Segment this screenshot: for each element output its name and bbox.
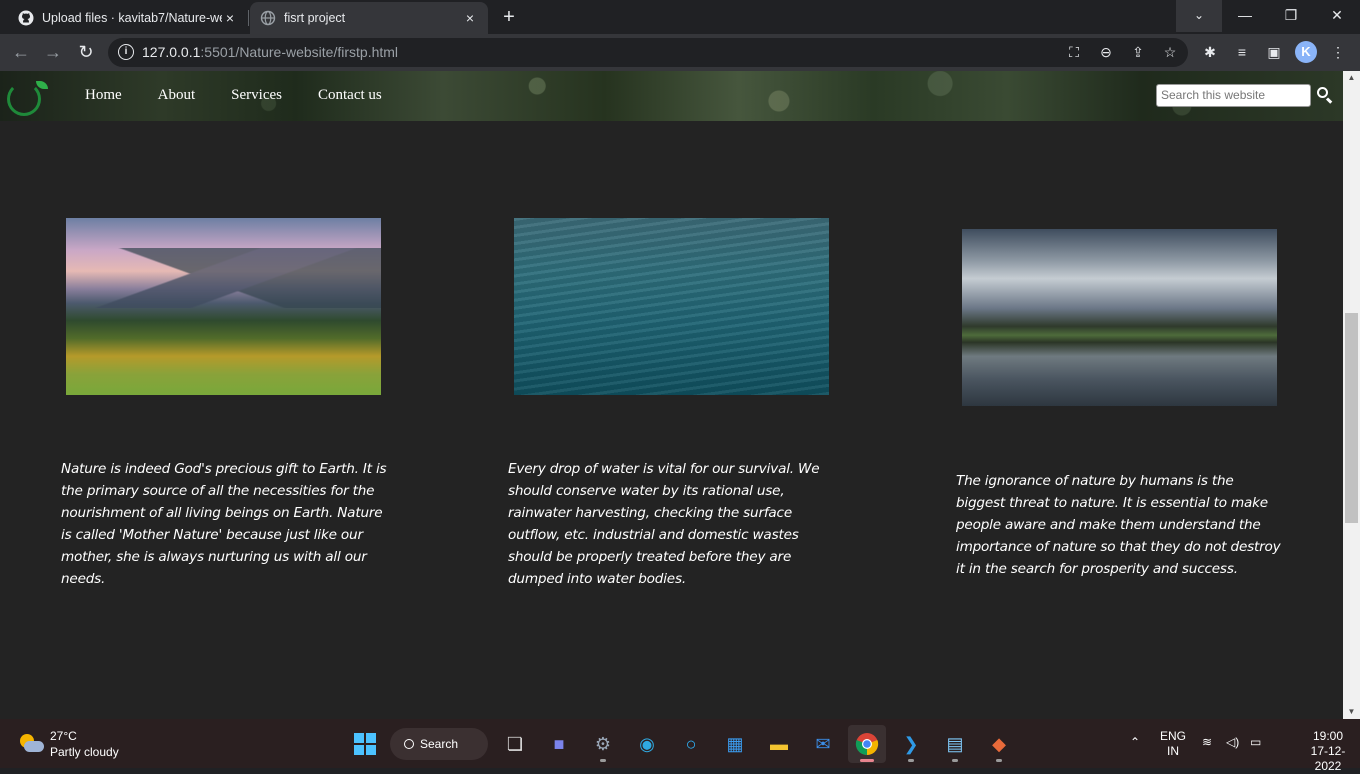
bookmark-star-icon[interactable]: ☆ [1160, 42, 1180, 62]
notepad-icon: ▤ [946, 733, 964, 754]
chrome-icon [855, 733, 879, 756]
site-logo-icon[interactable] [7, 81, 48, 116]
cortana-button[interactable]: ○ [672, 725, 710, 763]
mail-button[interactable]: ✉ [804, 725, 842, 763]
address-bar[interactable]: i 127.0.0.1:5501/Nature-website/firstp.h… [108, 38, 1188, 67]
wifi-icon[interactable]: ≋ [1202, 735, 1212, 750]
mountain-image [66, 218, 381, 395]
task-view-button[interactable]: ❏ [496, 725, 534, 763]
card-text-nature: Nature is indeed God's precious gift to … [61, 461, 387, 587]
partly-cloudy-icon [16, 732, 44, 756]
chrome-button[interactable] [848, 725, 886, 763]
weather-desc: Partly cloudy [50, 745, 119, 759]
teams-chat-button[interactable]: ■ [540, 725, 578, 763]
maximize-button[interactable]: ❐ [1268, 0, 1314, 32]
clock-time: 19:00 [1312, 729, 1344, 743]
close-window-button[interactable]: ✕ [1314, 0, 1360, 32]
extensions-icon[interactable]: ✱ [1200, 42, 1220, 62]
language-code: ENG [1159, 729, 1186, 743]
edge-button[interactable]: ◉ [628, 725, 666, 763]
scrollbar-thumb[interactable] [1345, 313, 1358, 523]
language-indicator[interactable]: ENG IN [1158, 729, 1188, 759]
github-icon [18, 10, 34, 26]
zoom-icon[interactable]: ⊖ [1096, 42, 1116, 62]
start-button[interactable] [346, 725, 384, 763]
region-code: IN [1167, 744, 1179, 758]
reload-icon[interactable]: ↻ [74, 40, 98, 64]
notepad-button[interactable]: ▤ [936, 725, 974, 763]
settings-button[interactable]: ⚙ [584, 725, 622, 763]
show-hidden-icons-chevron-icon[interactable]: ⌃ [1130, 735, 1140, 750]
page-scrollbar[interactable]: ▲ ▼ [1343, 71, 1360, 719]
globe-icon [260, 10, 276, 26]
folder-icon: ▬ [770, 733, 788, 754]
store-button[interactable]: ▦ [716, 725, 754, 763]
mail-icon: ✉ [815, 733, 831, 754]
git-icon: ◆ [992, 733, 1006, 754]
search-icon [404, 739, 414, 749]
tab-strip: Upload files · kavitab7/Nature-website ×… [0, 0, 1360, 34]
lake-image [962, 229, 1277, 406]
cortana-ring-icon: ○ [685, 733, 697, 754]
nav-home[interactable]: Home [85, 87, 122, 104]
search-icon[interactable] [1316, 86, 1334, 104]
site-search-input[interactable]: Search this website [1156, 84, 1311, 107]
git-button[interactable]: ◆ [980, 725, 1018, 763]
tab-title: Upload files · kavitab7/Nature-website [42, 11, 222, 25]
forward-arrow-icon[interactable]: → [41, 40, 65, 64]
windows-logo-icon [354, 733, 376, 755]
weather-widget[interactable]: 27°C Partly cloudy [16, 728, 119, 760]
tab-search-button[interactable]: ⌄ [1176, 0, 1222, 32]
back-arrow-icon[interactable]: ← [9, 40, 33, 64]
page-viewport: Home About Services Contact us Search th… [0, 71, 1343, 719]
card-text-ignorance: The ignorance of nature by humans is the… [956, 473, 1281, 577]
taskbar-search-label: Search [420, 737, 459, 751]
minimize-button[interactable]: — [1222, 0, 1268, 32]
taskbar-apps: Search ❏ ■ ⚙ ◉ ○ ▦ ▬ ✉ ❯ ▤ ◆ [346, 725, 1024, 763]
site-info-icon[interactable]: i [118, 44, 134, 60]
nav-services[interactable]: Services [231, 87, 282, 104]
tab-title: fisrt project [284, 11, 346, 25]
menu-kebab-icon[interactable]: ⋮ [1328, 42, 1348, 62]
video-chat-icon: ■ [553, 733, 565, 754]
weather-temp: 27°C [50, 729, 77, 743]
scroll-up-icon[interactable]: ▲ [1343, 71, 1360, 85]
volume-icon[interactable]: ◁) [1226, 735, 1239, 750]
tab-close-icon[interactable]: × [222, 10, 238, 26]
translate-icon[interactable]: ⛶ [1064, 42, 1084, 62]
edge-icon: ◉ [639, 733, 655, 754]
taskbar-search-button[interactable]: Search [390, 728, 488, 760]
battery-icon[interactable]: ▭ [1250, 735, 1261, 750]
sea-image [514, 218, 829, 395]
tab-upload-files[interactable]: Upload files · kavitab7/Nature-website × [8, 2, 248, 34]
vscode-button[interactable]: ❯ [892, 725, 930, 763]
file-explorer-button[interactable]: ▬ [760, 725, 798, 763]
new-tab-button[interactable]: + [498, 6, 520, 28]
profile-avatar[interactable]: K [1295, 41, 1317, 63]
side-panel-icon[interactable]: ▣ [1264, 42, 1284, 62]
scroll-down-icon[interactable]: ▼ [1343, 705, 1360, 719]
nav-about[interactable]: About [158, 87, 196, 104]
tab-separator [248, 10, 249, 26]
clock[interactable]: 19:00 17-12-2022 [1300, 729, 1356, 774]
nav-contact-us[interactable]: Contact us [318, 87, 382, 104]
tab-fisrt-project[interactable]: fisrt project × [250, 2, 488, 34]
main-nav: Home About Services Contact us [85, 87, 418, 104]
browser-toolbar: ← → ↻ i 127.0.0.1:5501/Nature-website/fi… [0, 34, 1360, 71]
clock-date: 17-12-2022 [1310, 744, 1346, 773]
url-text[interactable]: 127.0.0.1:5501/Nature-website/firstp.htm… [142, 44, 398, 60]
store-bag-icon: ▦ [726, 733, 744, 754]
reading-list-icon[interactable]: ≡ [1232, 42, 1252, 62]
card-text-water: Every drop of water is vital for our sur… [508, 461, 820, 587]
task-view-icon: ❏ [506, 733, 524, 754]
gear-icon: ⚙ [594, 733, 612, 754]
vscode-icon: ❯ [903, 733, 919, 754]
tab-close-icon[interactable]: × [462, 10, 478, 26]
site-header: Home About Services Contact us Search th… [0, 71, 1343, 121]
windows-taskbar: 27°C Partly cloudy Search ❏ ■ ⚙ ◉ ○ ▦ ▬ … [0, 719, 1360, 773]
share-icon[interactable]: ⇪ [1128, 42, 1148, 62]
